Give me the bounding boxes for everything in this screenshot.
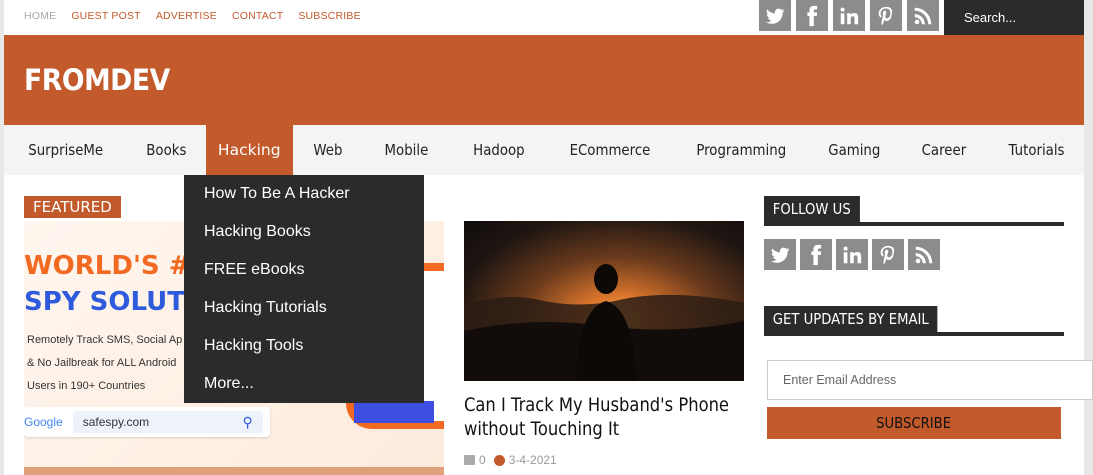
main-nav: SurpriseMe Books Hacking Web Mobile Hado… — [4, 125, 1084, 175]
search-icon: ⚲ — [242, 413, 253, 430]
nav-item-surpriseme[interactable]: SurpriseMe — [13, 125, 121, 175]
nav-item-career[interactable]: Career — [905, 125, 984, 175]
comment-icon — [464, 455, 475, 465]
ad-blue-box — [354, 401, 434, 423]
follow-us-title: FOLLOW US — [764, 196, 860, 224]
top-link-guest-post[interactable]: GUEST POST — [71, 10, 141, 22]
ad-text-2: & No Jailbreak for ALL Android — [27, 357, 177, 369]
main-content: FEATURED WORLD'S # SPY SOLUTI Remotely T… — [4, 175, 1093, 475]
nav-item-mobile[interactable]: Mobile — [367, 125, 445, 175]
ad-headline-1: WORLD'S # — [24, 251, 191, 281]
nav-item-books[interactable]: Books — [129, 125, 204, 175]
twitter-icon[interactable] — [764, 239, 796, 270]
rss-icon[interactable] — [907, 0, 939, 31]
social-links-sidebar — [764, 239, 940, 270]
linkedin-icon[interactable] — [833, 0, 865, 31]
article-title[interactable]: Can I Track My Husband's Phone without T… — [464, 393, 748, 441]
ad-google-label: Google — [24, 415, 63, 429]
article-date: 3-4-2021 — [508, 453, 557, 467]
dropdown-item-hacking-tools[interactable]: Hacking Tools — [184, 327, 424, 365]
page: HOME GUEST POST ADVERTISE CONTACT SUBSCR… — [0, 0, 1093, 475]
nav-item-web[interactable]: Web — [296, 125, 359, 175]
ad-text-1: Remotely Track SMS, Social Ap — [27, 334, 183, 346]
article-image-silhouette — [464, 264, 744, 381]
ad-url-box: safespy.com ⚲ — [72, 411, 263, 433]
follow-us-header: FOLLOW US — [764, 196, 1064, 226]
pinterest-icon[interactable] — [872, 239, 904, 270]
search-box — [944, 0, 1084, 35]
nav-item-hadoop[interactable]: Hadoop — [456, 125, 542, 175]
dropdown-item-hacking-tutorials[interactable]: Hacking Tutorials — [184, 289, 424, 327]
top-bar: HOME GUEST POST ADVERTISE CONTACT SUBSCR… — [4, 0, 1084, 35]
article-meta: 0 3-4-2021 — [464, 453, 557, 467]
site-logo[interactable]: FROMDEV — [24, 63, 170, 97]
site-header: FROMDEV — [4, 35, 1084, 125]
facebook-icon[interactable] — [796, 0, 828, 31]
ad-bottom-strip — [24, 467, 444, 475]
dropdown-item-free-ebooks[interactable]: FREE eBooks — [184, 251, 424, 289]
nav-item-gaming[interactable]: Gaming — [811, 125, 897, 175]
email-updates-title: GET UPDATES BY EMAIL — [764, 306, 938, 334]
top-link-subscribe[interactable]: SUBSCRIBE — [298, 10, 360, 22]
rss-icon[interactable] — [908, 239, 940, 270]
dropdown-item-how-to-be-a-hacker[interactable]: How To Be A Hacker — [184, 175, 424, 213]
ad-url: safespy.com — [82, 415, 150, 429]
hacking-dropdown-menu: How To Be A Hacker Hacking Books FREE eB… — [184, 175, 424, 403]
pinterest-icon[interactable] — [870, 0, 902, 31]
article-image[interactable] — [464, 221, 744, 381]
dropdown-item-more[interactable]: More... — [184, 365, 424, 403]
featured-label: FEATURED — [24, 196, 121, 218]
subscribe-button-label: SUBSCRIBE — [876, 414, 952, 432]
nav-item-programming[interactable]: Programming — [679, 125, 803, 175]
nav-item-tutorials[interactable]: Tutorials — [991, 125, 1081, 175]
ad-text-3: Users in 190+ Countries — [27, 380, 146, 392]
nav-item-ecommerce[interactable]: ECommerce — [553, 125, 668, 175]
top-link-advertise[interactable]: ADVERTISE — [156, 10, 217, 22]
ad-search-bar: Google safespy.com ⚲ — [24, 407, 270, 437]
social-links-top — [759, 0, 939, 31]
subscribe-button[interactable]: SUBSCRIBE — [767, 407, 1061, 439]
email-field[interactable] — [767, 360, 1093, 400]
search-input[interactable] — [944, 0, 1084, 35]
twitter-icon[interactable] — [759, 0, 791, 31]
clock-icon — [493, 454, 505, 466]
email-updates-header: GET UPDATES BY EMAIL — [764, 306, 1064, 336]
linkedin-icon[interactable] — [836, 239, 868, 270]
top-link-contact[interactable]: CONTACT — [232, 10, 283, 22]
top-link-home[interactable]: HOME — [24, 10, 56, 22]
ad-headline-2: SPY SOLUTI — [24, 287, 195, 317]
nav-item-hacking[interactable]: Hacking — [205, 125, 293, 175]
comment-count[interactable]: 0 — [479, 453, 486, 467]
dropdown-item-hacking-books[interactable]: Hacking Books — [184, 213, 424, 251]
facebook-icon[interactable] — [800, 239, 832, 270]
top-links: HOME GUEST POST ADVERTISE CONTACT SUBSCR… — [24, 10, 376, 22]
